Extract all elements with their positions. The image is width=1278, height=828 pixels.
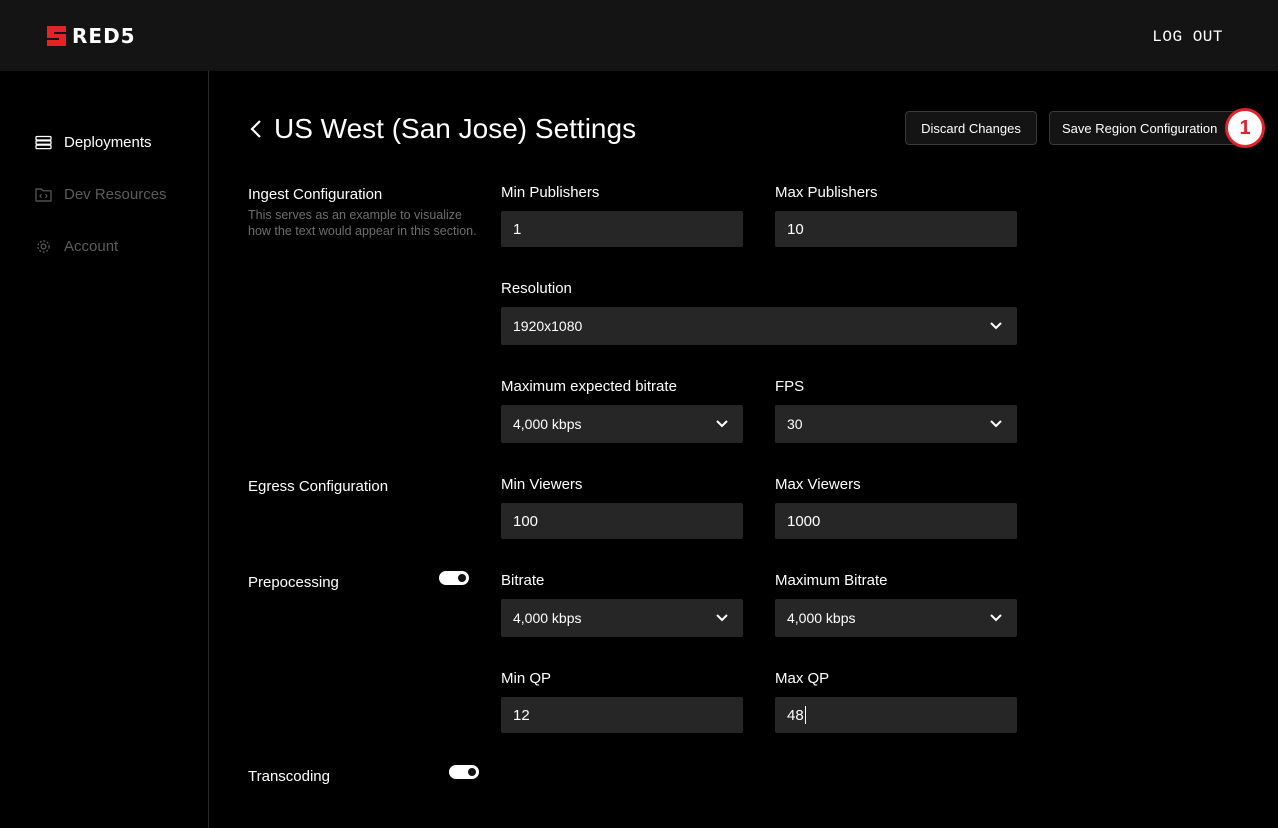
transcoding-title: Transcoding (248, 768, 330, 785)
step-number-badge: 1 (1225, 108, 1265, 148)
min-publishers-input[interactable]: 1 (501, 211, 743, 247)
max-qp-label: Max QP (775, 670, 830, 687)
sidebar-item-label: Account (64, 238, 119, 255)
red5-logo-icon (47, 26, 66, 46)
ingest-configuration-description: This serves as an example to visualize h… (248, 208, 477, 238)
preprocessing-toggle[interactable] (439, 571, 469, 585)
maximum-expected-bitrate-select[interactable]: 4,000 kbps (501, 405, 743, 443)
chevron-down-icon (990, 322, 1002, 330)
fps-value: 30 (787, 416, 803, 432)
page-title-text: US West (San Jose) Settings (274, 113, 637, 144)
page-title: US West (San Jose) Settings (248, 113, 636, 145)
folder-code-icon (35, 188, 52, 202)
chevron-down-icon (990, 420, 1002, 428)
maximum-expected-bitrate-label: Maximum expected bitrate (501, 378, 677, 395)
chevron-down-icon (716, 420, 728, 428)
max-qp-input[interactable]: 48 (775, 697, 1017, 733)
fps-select[interactable]: 30 (775, 405, 1017, 443)
min-viewers-input[interactable]: 100 (501, 503, 743, 539)
max-publishers-input[interactable]: 10 (775, 211, 1017, 247)
sidebar-item-dev-resources[interactable]: Dev Resources (35, 186, 167, 203)
max-viewers-input[interactable]: 1000 (775, 503, 1017, 539)
fps-label: FPS (775, 378, 805, 395)
logout-button[interactable]: LOG OUT (1152, 28, 1223, 46)
min-publishers-label: Min Publishers (501, 184, 600, 201)
max-qp-value: 48 (787, 706, 804, 724)
toggle-knob (458, 574, 466, 582)
max-publishers-label: Max Publishers (775, 184, 878, 201)
min-viewers-label: Min Viewers (501, 476, 583, 493)
save-region-configuration-button[interactable]: Save Region Configuration (1049, 111, 1237, 145)
sidebar-item-label: Dev Resources (64, 186, 167, 203)
top-bar: RED5 LOG OUT (0, 0, 1278, 71)
bitrate-value: 4,000 kbps (513, 610, 582, 626)
sidebar-item-account[interactable]: Account (35, 238, 118, 255)
bitrate-select[interactable]: 4,000 kbps (501, 599, 743, 637)
database-icon (35, 135, 52, 150)
chevron-left-icon[interactable] (248, 117, 264, 141)
maximum-expected-bitrate-value: 4,000 kbps (513, 416, 582, 432)
egress-configuration-title: Egress Configuration (248, 478, 389, 495)
discard-changes-button[interactable]: Discard Changes (905, 111, 1037, 145)
red5-logo[interactable]: RED5 (47, 24, 136, 48)
text-cursor (804, 706, 806, 724)
toggle-knob (468, 768, 476, 776)
ingest-configuration-title: Ingest Configuration (248, 186, 383, 203)
preprocessing-title: Prepocessing (248, 574, 339, 591)
sidebar: Deployments Dev Resources Account (0, 71, 209, 828)
min-qp-input[interactable]: 12 (501, 697, 743, 733)
sidebar-item-label: Deployments (64, 134, 152, 151)
transcoding-toggle[interactable] (449, 765, 479, 779)
maximum-bitrate-select[interactable]: 4,000 kbps (775, 599, 1017, 637)
resolution-value: 1920x1080 (513, 318, 583, 334)
chevron-down-icon (716, 614, 728, 622)
maximum-bitrate-value: 4,000 kbps (787, 610, 856, 626)
chevron-down-icon (990, 614, 1002, 622)
bitrate-label: Bitrate (501, 572, 545, 589)
max-viewers-label: Max Viewers (775, 476, 861, 493)
min-qp-label: Min QP (501, 670, 552, 687)
resolution-select[interactable]: 1920x1080 (501, 307, 1017, 345)
gear-icon (37, 240, 50, 253)
sidebar-item-deployments[interactable]: Deployments (35, 134, 152, 151)
resolution-label: Resolution (501, 280, 572, 297)
brand-name: RED5 (72, 24, 136, 48)
maximum-bitrate-label: Maximum Bitrate (775, 572, 888, 589)
